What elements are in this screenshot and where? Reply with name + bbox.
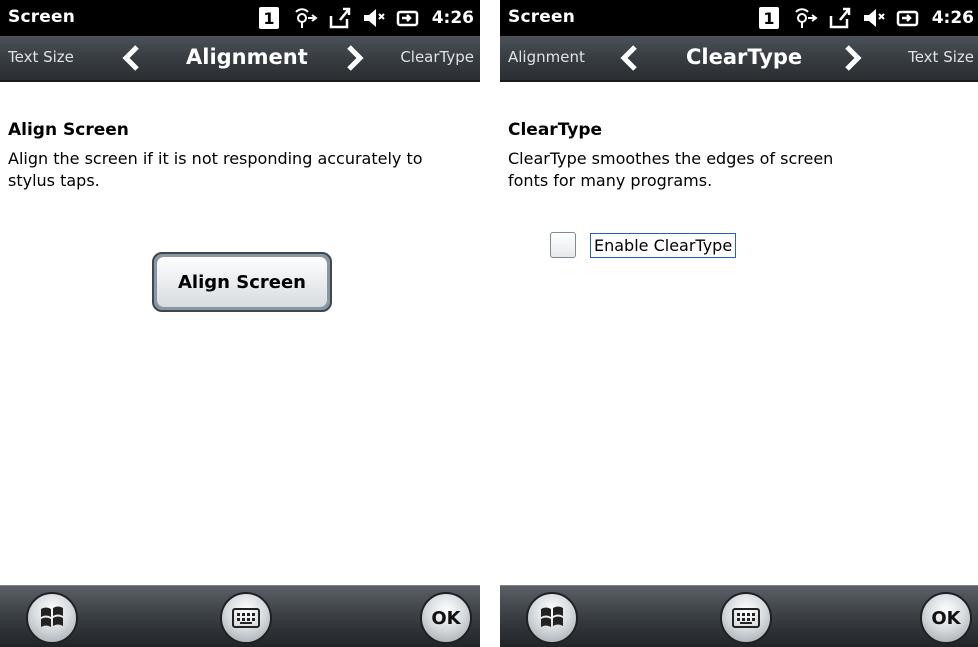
section-title: ClearType bbox=[508, 120, 603, 140]
status-time[interactable]: 4:26 bbox=[432, 8, 474, 28]
status-icons: 1 4:26 bbox=[758, 4, 974, 32]
windows-start-icon bbox=[541, 606, 563, 627]
ok-button[interactable]: OK bbox=[920, 592, 972, 644]
app-title: Screen bbox=[8, 7, 76, 27]
ok-icon: OK bbox=[931, 607, 961, 629]
battery-charging-icon[interactable] bbox=[896, 6, 920, 30]
tab-prev[interactable]: Text Size bbox=[8, 48, 74, 66]
battery-charging-icon[interactable] bbox=[396, 6, 420, 30]
tab-next[interactable]: Text Size bbox=[908, 48, 974, 66]
ok-button[interactable]: OK bbox=[420, 592, 472, 644]
speaker-muted-icon[interactable] bbox=[862, 6, 886, 30]
screen-gap bbox=[480, 0, 500, 647]
chevron-left-icon[interactable] bbox=[618, 44, 640, 72]
section-description: ClearType smoothes the edges of screen f… bbox=[508, 149, 834, 190]
tab-prev[interactable]: Alignment bbox=[508, 48, 585, 66]
content-area: ClearType ClearType smoothes the edges o… bbox=[500, 82, 978, 585]
tab-current: ClearType bbox=[686, 45, 803, 69]
softkey-bar: OK bbox=[0, 585, 480, 647]
keyboard-button[interactable] bbox=[720, 592, 772, 644]
softkey-bar: OK bbox=[500, 585, 978, 647]
alignment-screen: Screen 1 4:26 Text Size Alignment ClearT… bbox=[0, 0, 480, 647]
status-time[interactable]: 4:26 bbox=[932, 8, 974, 28]
keyboard-icon bbox=[232, 608, 260, 628]
keyboard-icon bbox=[732, 608, 760, 628]
data-transfer-icon[interactable] bbox=[828, 6, 852, 30]
status-bar: Screen 1 4:26 bbox=[500, 0, 978, 36]
chevron-right-icon[interactable] bbox=[842, 44, 864, 72]
section-title: Align Screen bbox=[8, 120, 129, 140]
data-transfer-icon[interactable] bbox=[328, 6, 352, 30]
section-description: Align the screen if it is not responding… bbox=[8, 149, 423, 190]
start-button[interactable] bbox=[26, 592, 78, 644]
tab-current: Alignment bbox=[186, 45, 308, 69]
sim-slot-number: 1 bbox=[263, 9, 274, 28]
pivot-header: Text Size Alignment ClearType bbox=[0, 36, 480, 82]
windows-start-icon bbox=[41, 606, 63, 627]
align-screen-button[interactable]: Align Screen bbox=[152, 252, 332, 312]
speaker-muted-icon[interactable] bbox=[362, 6, 386, 30]
tab-next[interactable]: ClearType bbox=[400, 48, 474, 66]
chevron-left-icon[interactable] bbox=[120, 44, 142, 72]
sim-1-icon: 1 bbox=[258, 6, 280, 30]
status-icons: 1 4:26 bbox=[258, 4, 474, 32]
status-bar: Screen 1 4:26 bbox=[0, 0, 480, 36]
align-screen-button-label: Align Screen bbox=[157, 257, 327, 307]
keyboard-button[interactable] bbox=[220, 592, 272, 644]
sim-1-icon: 1 bbox=[758, 6, 780, 30]
cleartype-screen: Screen 1 4:26 Alignment ClearType Text S… bbox=[500, 0, 978, 647]
content-area: Align Screen Align the screen if it is n… bbox=[0, 82, 480, 585]
enable-cleartype-row[interactable]: Enable ClearType bbox=[550, 232, 737, 258]
chevron-right-icon[interactable] bbox=[344, 44, 366, 72]
pivot-header: Alignment ClearType Text Size bbox=[500, 36, 978, 82]
enable-cleartype-checkbox[interactable] bbox=[550, 232, 576, 258]
app-title: Screen bbox=[508, 7, 576, 27]
ok-icon: OK bbox=[431, 607, 461, 629]
start-button[interactable] bbox=[526, 592, 578, 644]
connectivity-icon[interactable] bbox=[290, 6, 318, 30]
enable-cleartype-label[interactable]: Enable ClearType bbox=[590, 232, 737, 258]
sim-slot-number: 1 bbox=[763, 9, 774, 28]
connectivity-icon[interactable] bbox=[790, 6, 818, 30]
